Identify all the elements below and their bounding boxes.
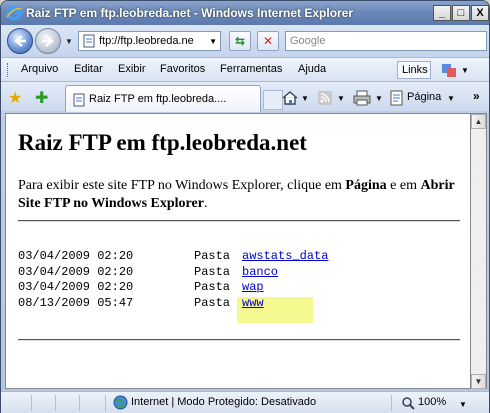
tab-current[interactable]: Raiz FTP em ftp.leobreda.... [65,85,261,112]
status-divider [105,395,106,411]
page-menu-icon[interactable] [389,90,405,106]
ie-window: Raiz FTP em ftp.leobreda.net - Windows I… [0,0,490,413]
menu-ajuda[interactable]: Ajuda [298,63,326,75]
tab-page-icon [73,93,85,107]
print-icon[interactable] [353,90,371,106]
entry-kind: Pasta [194,249,231,263]
intro-bold-pagina: Página [345,178,387,193]
entry-kind: Pasta [194,280,231,294]
intro-part1: Para exibir este site FTP no Windows Exp… [18,178,346,193]
intro-part2: e em [386,178,421,193]
home-icon[interactable] [281,90,299,106]
ie-logo-icon [6,5,22,21]
status-bar: Internet | Modo Protegido: Desativado 10… [1,391,489,413]
favorites-bar: ★ ✚ Raiz FTP em ftp.leobreda.... ▼ ▼ ▼ P… [1,81,489,112]
menu-exibir[interactable]: Exibir [118,63,146,75]
title-bar[interactable]: Raiz FTP em ftp.leobreda.net - Windows I… [1,1,489,25]
favorites-star-icon[interactable]: ★ [8,88,22,108]
page-icon [83,34,95,48]
intro-end: . [203,196,208,211]
entry-date: 03/04/2009 02:20 [18,280,134,294]
page-heading: Raiz FTP em ftp.leobreda.net [18,130,307,155]
history-dropdown-icon[interactable]: ▼ [65,37,73,46]
address-dropdown-icon[interactable]: ▼ [209,37,217,46]
window-title: Raiz FTP em ftp.leobreda.net - Windows I… [26,6,354,20]
address-text[interactable]: ftp://ftp.leobreda.ne [99,35,201,47]
intro-text: Para exibir este site FTP no Windows Exp… [18,177,458,213]
refresh-icon: ⇆ [234,34,246,48]
stop-button[interactable]: ✕ [257,31,279,51]
home-dropdown-icon[interactable]: ▼ [301,94,309,103]
close-button[interactable]: X [471,5,489,21]
page-content: Raiz FTP em ftp.leobreda.net Para exibir… [5,113,471,389]
refresh-button[interactable]: ⇆ [229,31,251,51]
forward-arrow-icon [42,35,54,47]
back-arrow-icon [14,35,26,47]
folder-link-www[interactable]: www [242,296,264,312]
entry-date: 08/13/2009 05:47 [18,295,134,310]
scroll-down-arrow-icon[interactable]: ▼ [471,374,486,389]
internet-zone-icon [113,395,128,410]
security-zone-text[interactable]: Internet | Modo Protegido: Desativado [131,396,316,408]
folder-link-banco[interactable]: banco [242,265,278,281]
add-favorite-icon[interactable]: ✚ [35,88,48,108]
status-divider [391,395,392,411]
translate-icon[interactable] [441,62,457,78]
toolbar-grip[interactable] [7,63,10,77]
entry-date: 03/04/2009 02:20 [18,264,134,279]
minimize-button[interactable]: _ [433,5,451,21]
status-divider [55,395,56,411]
menu-ferramentas[interactable]: Ferramentas [220,63,282,75]
folder-link-wap[interactable]: wap [242,280,264,296]
translate-dropdown-icon[interactable]: ▼ [461,66,469,75]
bottom-divider [18,339,460,341]
menu-editar[interactable]: Editar [74,63,103,75]
status-divider [79,395,80,411]
top-divider [18,220,460,222]
folder-link-awstats-data[interactable]: awstats_data [242,249,328,265]
zoom-level[interactable]: 100% [418,396,446,408]
maximize-button[interactable]: □ [452,5,470,21]
vertical-scrollbar[interactable]: ▲ ▼ [471,113,487,389]
page-menu-label[interactable]: Página [407,91,441,103]
search-input[interactable]: Google [285,31,487,51]
address-bar[interactable]: ftp://ftp.leobreda.ne ▼ [78,31,221,51]
tab-label: Raiz FTP em ftp.leobreda.... [89,93,227,105]
links-button[interactable]: Links [397,61,431,79]
entry-kind: Pasta [194,264,231,279]
menu-favoritos[interactable]: Favoritos [160,63,205,75]
back-button[interactable] [7,28,33,54]
menu-arquivo[interactable]: Arquivo [21,63,58,75]
forward-button[interactable] [35,28,61,54]
print-dropdown-icon[interactable]: ▼ [375,94,383,103]
scroll-up-arrow-icon[interactable]: ▲ [471,114,486,129]
page-dropdown-icon[interactable]: ▼ [447,94,455,103]
zoom-dropdown-icon[interactable]: ▼ [459,400,467,409]
entry-kind: Pasta [194,295,231,310]
feeds-icon[interactable] [317,90,333,106]
navigation-bar: ▼ ftp://ftp.leobreda.ne ▼ ⇆ ✕ Google [1,25,489,57]
entry-date: 03/04/2009 02:20 [18,249,134,263]
toolbar-chevron-icon[interactable]: » [473,89,480,103]
stop-icon: ✕ [262,34,274,48]
status-divider [31,395,32,411]
menu-bar: Arquivo Editar Exibir Favoritos Ferramen… [1,57,489,81]
new-tab-button[interactable] [263,90,283,110]
zoom-icon[interactable] [401,396,415,410]
feeds-dropdown-icon[interactable]: ▼ [337,94,345,103]
